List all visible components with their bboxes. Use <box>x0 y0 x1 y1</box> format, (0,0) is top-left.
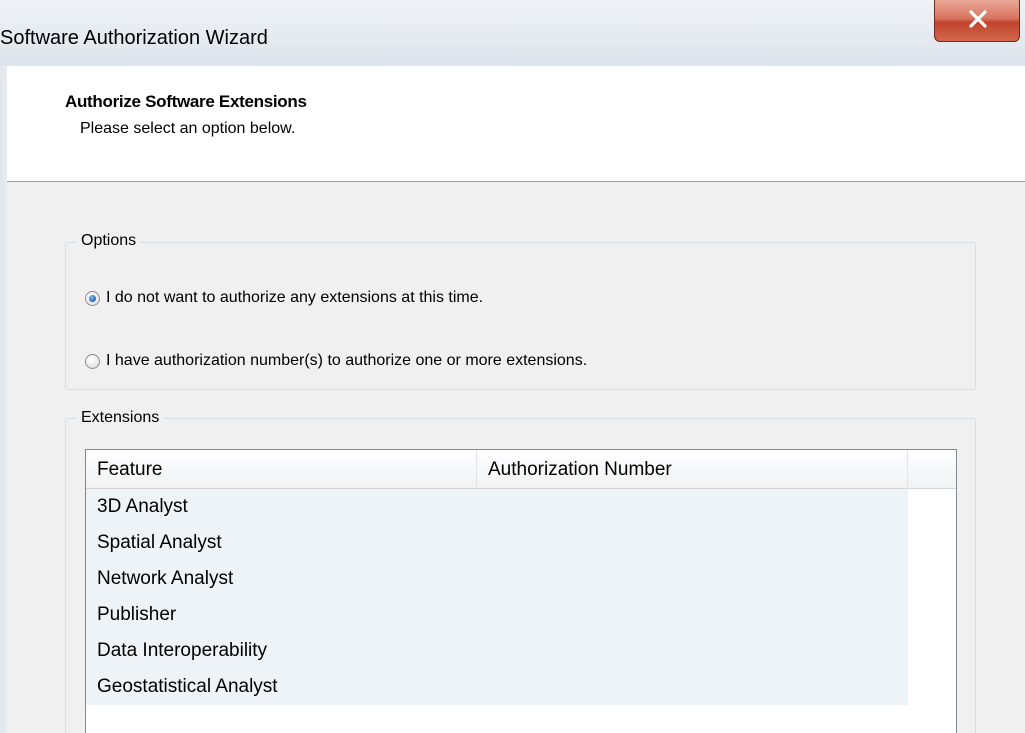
table-header: Feature Authorization Number <box>86 450 956 489</box>
table-row[interactable]: Data Interoperability <box>86 633 908 669</box>
radio-button-selected[interactable] <box>85 290 100 306</box>
close-icon <box>969 10 987 28</box>
wizard-window: Software Authorization Wizard Authorize … <box>0 0 1025 733</box>
option-have-authorization[interactable]: I have authorization number(s) to author… <box>85 350 587 372</box>
table-row[interactable]: 3D Analyst <box>86 489 908 525</box>
option-have-authorization-label: I have authorization number(s) to author… <box>106 352 588 369</box>
cell-feature: Publisher <box>86 597 477 633</box>
cell-authorization-number[interactable] <box>477 489 908 525</box>
cell-authorization-number[interactable] <box>477 561 908 597</box>
option-no-extensions[interactable]: I do not want to authorize any extension… <box>85 287 483 309</box>
extensions-table[interactable]: Feature Authorization Number 3D Analyst … <box>85 449 957 733</box>
cell-authorization-number[interactable] <box>477 597 908 633</box>
cell-feature: 3D Analyst <box>86 489 477 525</box>
wizard-step-subtitle: Please select an option below. <box>80 120 296 137</box>
column-header-filler <box>908 450 956 488</box>
cell-feature: Data Interoperability <box>86 633 477 669</box>
option-no-extensions-label: I do not want to authorize any extension… <box>106 289 484 306</box>
window-left-border <box>0 66 7 733</box>
extensions-group-label: Extensions <box>77 409 164 427</box>
cell-authorization-number[interactable] <box>477 669 908 705</box>
column-header-authorization-number[interactable]: Authorization Number <box>477 450 908 488</box>
close-button[interactable] <box>934 0 1020 42</box>
cell-feature: Network Analyst <box>86 561 477 597</box>
radio-button-unselected[interactable] <box>85 353 100 369</box>
table-row[interactable]: Network Analyst <box>86 561 908 597</box>
cell-feature: Geostatistical Analyst <box>86 669 477 705</box>
cell-authorization-number[interactable] <box>477 525 908 561</box>
table-row[interactable]: Geostatistical Analyst <box>86 669 908 705</box>
wizard-step-title: Authorize Software Extensions <box>65 92 307 111</box>
cell-authorization-number[interactable] <box>477 633 908 669</box>
column-header-feature[interactable]: Feature <box>86 450 477 488</box>
cell-feature: Spatial Analyst <box>86 525 477 561</box>
wizard-header: Authorize Software Extensions Please sel… <box>7 66 1025 182</box>
window-title: Software Authorization Wizard <box>0 27 268 49</box>
options-group-label: Options <box>77 232 141 250</box>
table-row[interactable]: Spatial Analyst <box>86 525 908 561</box>
title-bar[interactable]: Software Authorization Wizard <box>0 0 1025 66</box>
table-row[interactable]: Publisher <box>86 597 908 633</box>
